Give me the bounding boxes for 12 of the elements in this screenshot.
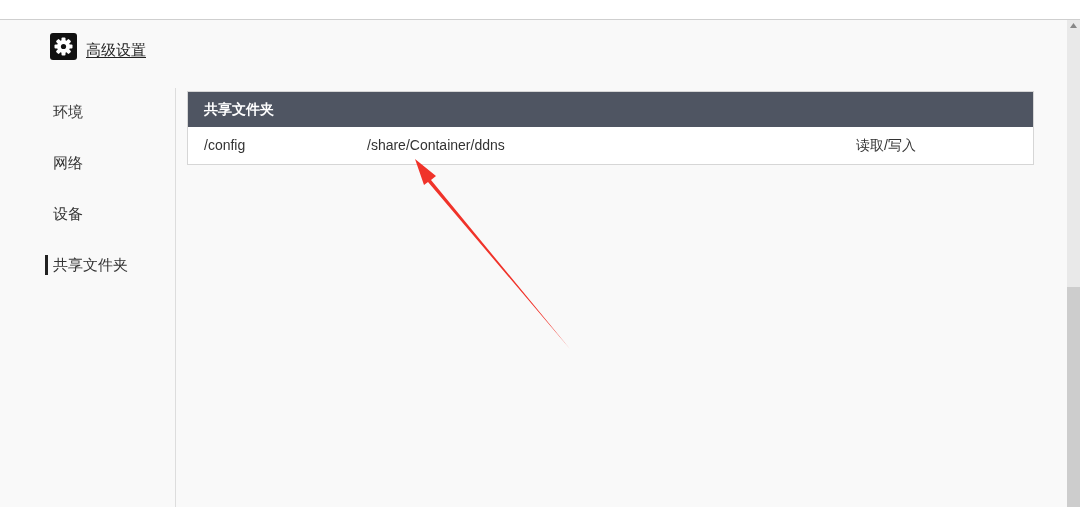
scrollbar-thumb[interactable] [1067,287,1080,507]
table-cell-text: /share/Container/ddns [367,136,506,155]
gear-icon [50,33,77,60]
table-cell-text: 读取/写入 [856,136,916,155]
sidebar-item[interactable]: 共享文件夹 [45,255,175,275]
sidebar-item[interactable]: 设备 [45,204,175,224]
scrollbar[interactable] [1067,20,1080,507]
sidebar-item[interactable]: 网络 [45,153,175,173]
page-title[interactable]: 高级设置 [86,38,146,61]
sidebar-item[interactable]: 环境 [45,102,175,122]
table-header: 共享文件夹 [188,92,1033,127]
table-cell-text: /config [204,136,247,155]
